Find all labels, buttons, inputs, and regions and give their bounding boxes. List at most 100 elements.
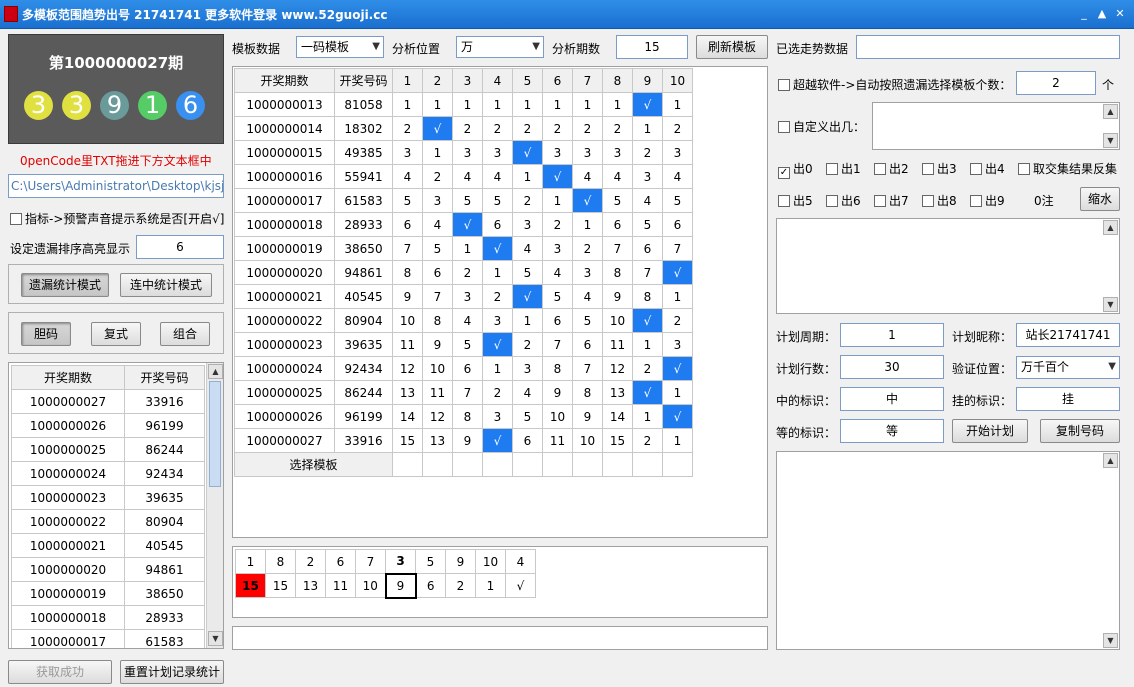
trend-cell[interactable]: 2 (482, 380, 513, 405)
periods-input[interactable]: 15 (616, 35, 688, 59)
dan-button[interactable]: 胆码 (21, 322, 71, 346)
beyond-input[interactable]: 2 (1016, 71, 1096, 95)
trend-cell[interactable]: 1 (632, 332, 663, 357)
trend-cell[interactable]: 3 (422, 188, 453, 213)
trend-cell[interactable]: 14 (392, 404, 423, 429)
trend-cell[interactable]: 1 (392, 92, 423, 117)
trend-cell[interactable]: 2 (422, 164, 453, 189)
trend-cell[interactable]: 1 (422, 140, 453, 165)
trend-cell[interactable]: 6 (632, 236, 663, 261)
trend-cell[interactable]: √ (482, 236, 513, 261)
trend-cell[interactable]: 8 (452, 404, 483, 429)
verify-select[interactable]: 万千百个 ▼ (1016, 356, 1120, 379)
trend-cell[interactable]: 2 (482, 116, 513, 141)
trend-cell[interactable]: 1 (422, 92, 453, 117)
trend-cell[interactable]: 12 (422, 404, 453, 429)
trend-cell[interactable]: √ (512, 140, 543, 165)
combo-button[interactable]: 组合 (160, 322, 210, 346)
trend-cell[interactable]: 1 (512, 308, 543, 333)
trend-cell[interactable]: 11 (542, 428, 573, 453)
out-option[interactable]: 出7 (874, 192, 909, 209)
trend-cell[interactable]: 4 (422, 212, 453, 237)
position-select[interactable]: 万 ▼ (456, 36, 544, 58)
nick-input[interactable]: 站长21741741 (1016, 323, 1120, 347)
out-checkbox[interactable] (922, 163, 934, 175)
trend-cell[interactable]: 6 (662, 212, 693, 237)
trend-cell[interactable]: 3 (452, 140, 483, 165)
trend-cell[interactable]: 2 (542, 212, 573, 237)
trend-cell[interactable]: 8 (572, 380, 603, 405)
trend-cell[interactable]: 4 (482, 164, 513, 189)
trend-cell[interactable]: 2 (452, 116, 483, 141)
beyond-checkbox[interactable] (778, 79, 790, 91)
trend-cell[interactable]: 1 (662, 92, 693, 117)
trend-cell[interactable]: 1 (452, 236, 483, 261)
multiple-button[interactable]: 复式 (91, 322, 141, 346)
trend-cell[interactable]: 7 (632, 260, 663, 285)
trend-cell[interactable]: 10 (602, 308, 633, 333)
trend-cell[interactable]: 2 (572, 236, 603, 261)
out-checkbox[interactable] (970, 163, 982, 175)
out-option[interactable]: 出1 (826, 160, 861, 177)
history-row[interactable]: 1000000023 39635 (11, 485, 205, 510)
trend-cell[interactable]: 5 (602, 188, 633, 213)
trend-cell[interactable]: 2 (482, 284, 513, 309)
trend-cell[interactable]: 10 (392, 308, 423, 333)
trend-cell[interactable]: 2 (512, 116, 543, 141)
trend-cell[interactable]: √ (632, 380, 663, 405)
out-checkbox[interactable] (826, 195, 838, 207)
trend-cell[interactable]: 2 (632, 356, 663, 381)
trend-cell[interactable]: 9 (452, 428, 483, 453)
out-option[interactable]: 出4 (970, 160, 1005, 177)
trend-cell[interactable]: 10 (542, 404, 573, 429)
out-checkbox[interactable] (1018, 163, 1030, 175)
scroll-up-icon[interactable]: ▲ (208, 364, 223, 379)
trend-cell[interactable]: 5 (392, 188, 423, 213)
trend-cell[interactable]: √ (542, 164, 573, 189)
template-checkbox-cell[interactable] (602, 452, 633, 477)
select-template-label[interactable]: 选择模板 (234, 452, 393, 477)
trend-cell[interactable]: 6 (452, 356, 483, 381)
trend-cell[interactable]: 3 (542, 140, 573, 165)
omission-mode-button[interactable]: 遗漏统计模式 (21, 273, 109, 297)
trend-cell[interactable]: 2 (512, 332, 543, 357)
trend-cell[interactable]: 4 (512, 380, 543, 405)
trend-cell[interactable]: 2 (662, 116, 693, 141)
trend-cell[interactable]: 6 (422, 260, 453, 285)
trend-cell[interactable]: 11 (392, 332, 423, 357)
copy-numbers-button[interactable]: 复制号码 (1040, 419, 1120, 443)
trend-cell[interactable]: 1 (482, 92, 513, 117)
trend-cell[interactable]: 4 (392, 164, 423, 189)
trend-cell[interactable]: 1 (482, 260, 513, 285)
template-checkbox-cell[interactable] (392, 452, 423, 477)
trend-cell[interactable]: √ (572, 188, 603, 213)
trend-cell[interactable]: 5 (452, 188, 483, 213)
trend-cell[interactable]: 1 (572, 212, 603, 237)
trend-cell[interactable]: 1 (632, 116, 663, 141)
trend-cell[interactable]: 2 (452, 260, 483, 285)
highlight-input[interactable]: 6 (136, 235, 224, 259)
trend-cell[interactable]: 6 (512, 428, 543, 453)
hit-input[interactable]: 中 (840, 387, 944, 411)
trend-cell[interactable]: 12 (602, 356, 633, 381)
trend-cell[interactable]: 6 (392, 212, 423, 237)
trend-cell[interactable]: √ (482, 428, 513, 453)
history-row[interactable]: 1000000027 33916 (11, 389, 205, 414)
out-checkbox[interactable]: ✓ (778, 167, 790, 179)
trend-cell[interactable]: 5 (452, 332, 483, 357)
trend-cell[interactable]: 1 (662, 428, 693, 453)
scroll-up-icon[interactable]: ▲ (1103, 453, 1118, 468)
trend-cell[interactable]: 11 (602, 332, 633, 357)
history-row[interactable]: 1000000018 28933 (11, 605, 205, 630)
out-option[interactable]: 出8 (922, 192, 957, 209)
alarm-option[interactable]: 指标->预警声音提示系统是否[开启√] (10, 210, 224, 227)
trend-cell[interactable]: 1 (662, 380, 693, 405)
trend-cell[interactable]: 15 (602, 428, 633, 453)
out-option[interactable]: 出5 (778, 192, 813, 209)
plan-output-textarea[interactable]: ▲ ▼ (776, 451, 1120, 650)
trend-cell[interactable]: 3 (572, 140, 603, 165)
history-row[interactable]: 1000000021 40545 (11, 533, 205, 558)
out-option[interactable]: 出2 (874, 160, 909, 177)
trend-cell[interactable]: √ (482, 332, 513, 357)
template-checkbox-cell[interactable] (422, 452, 453, 477)
